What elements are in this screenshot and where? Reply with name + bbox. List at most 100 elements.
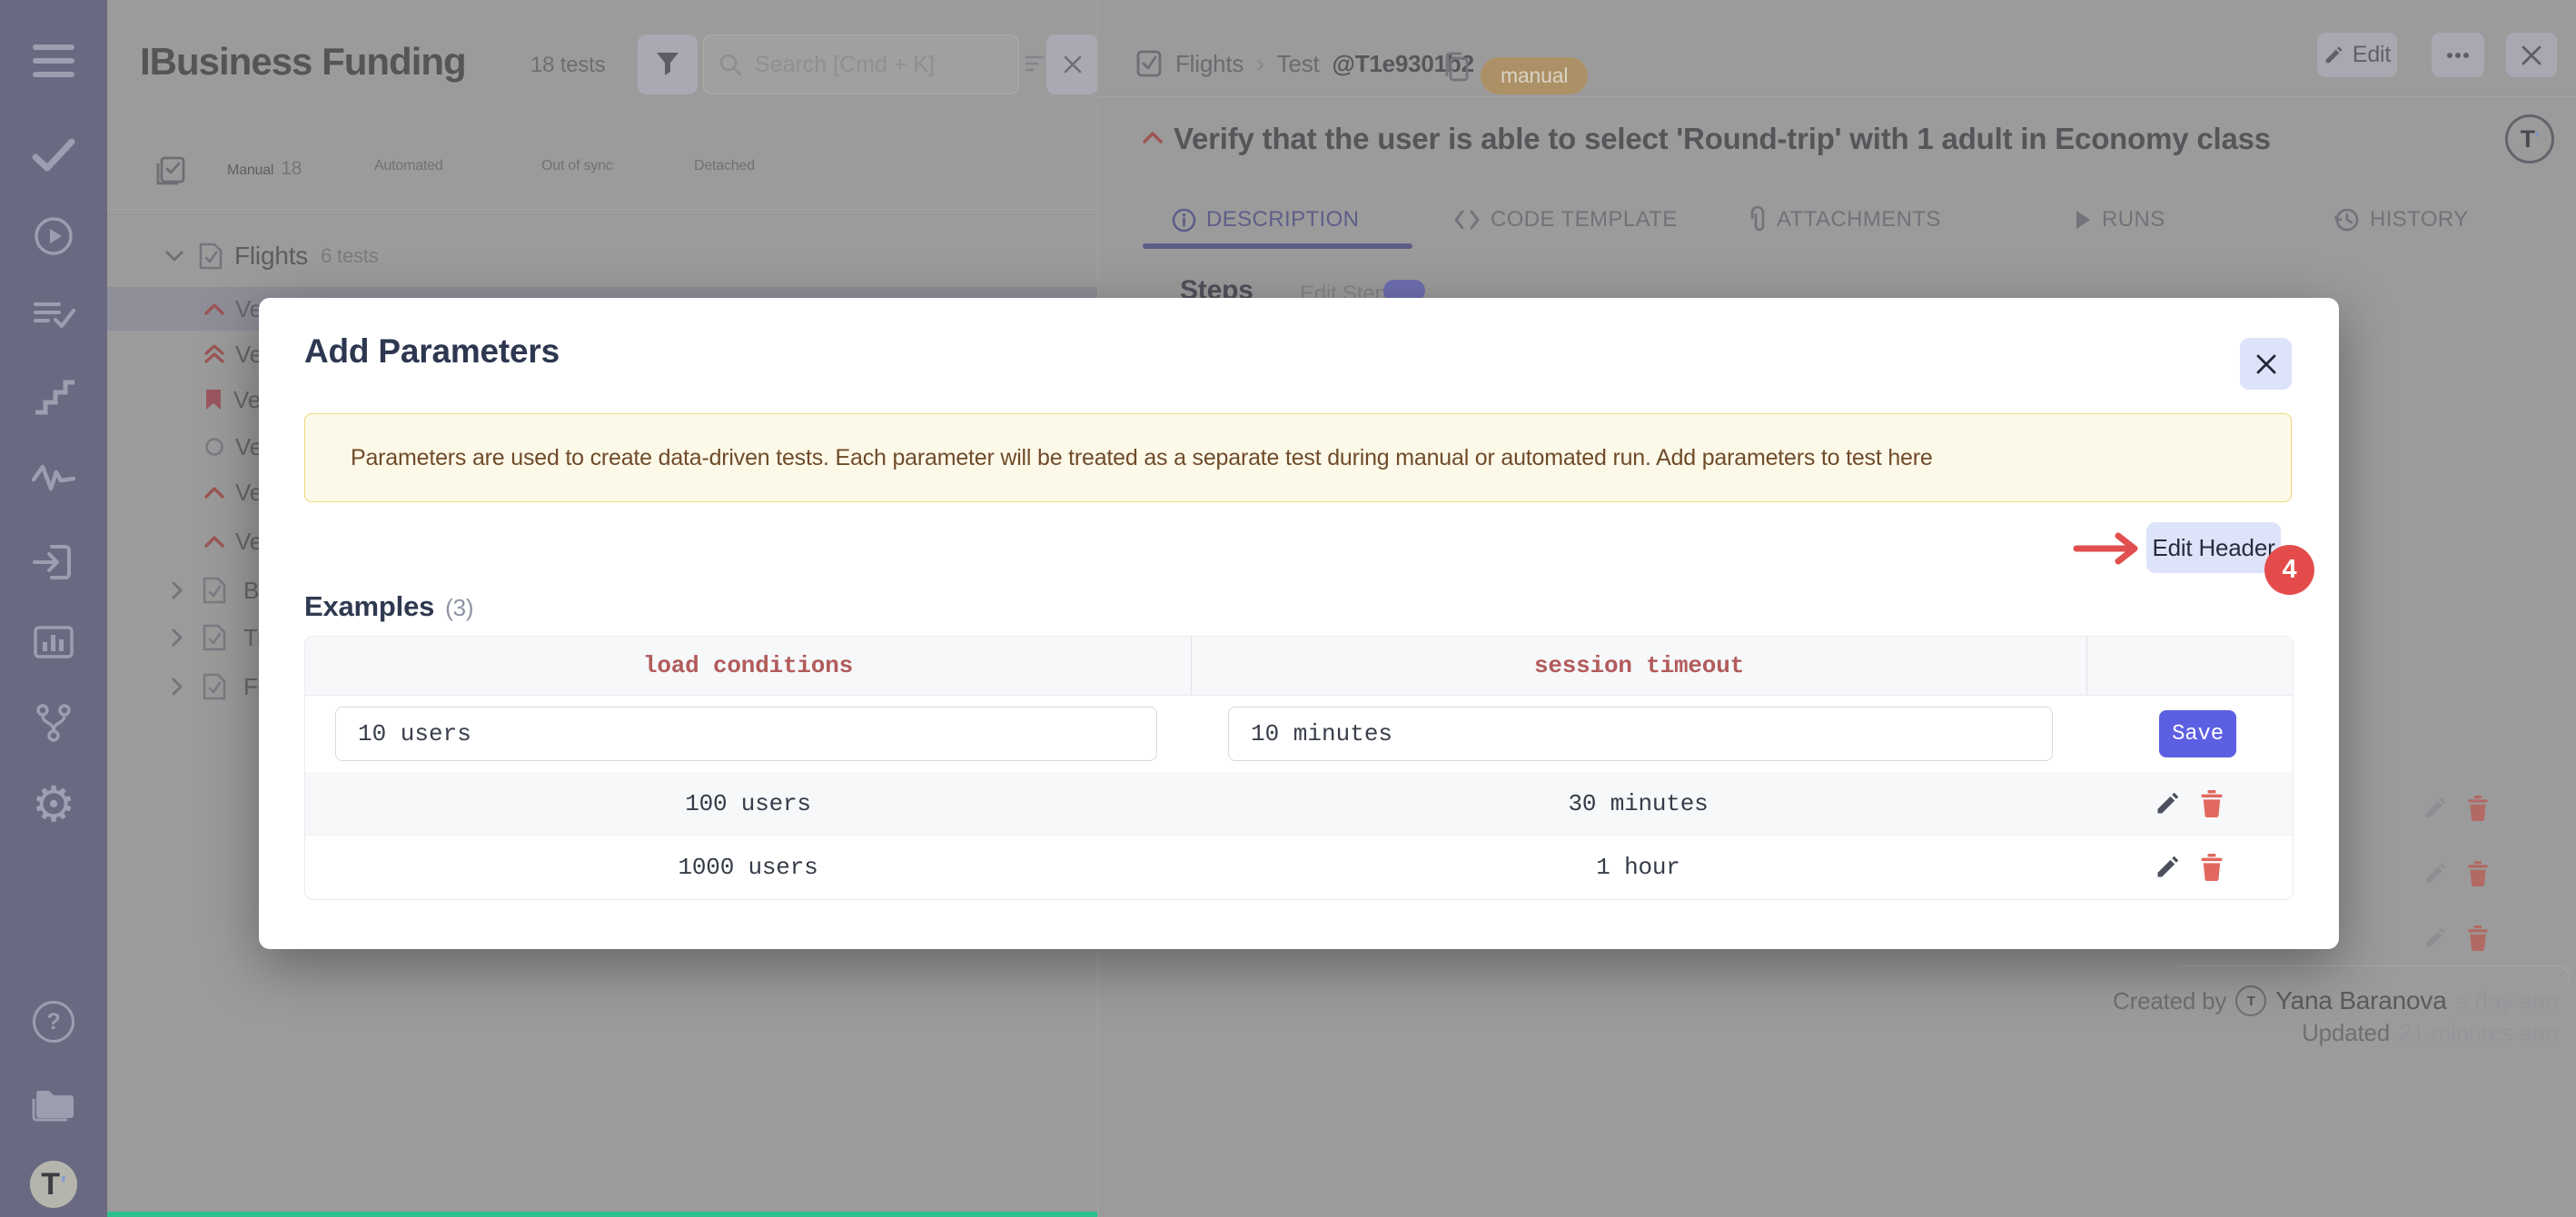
copy-icon[interactable] [1442, 51, 1471, 84]
tab-out-of-sync[interactable]: Out of sync [541, 158, 613, 174]
suite-file-icon [202, 576, 227, 605]
tab-detached[interactable]: Detached [694, 158, 755, 174]
param-input-session-timeout[interactable] [1228, 707, 2053, 761]
tests-check-icon[interactable] [28, 129, 79, 180]
add-parameters-modal: Add Parameters Parameters are used to cr… [259, 298, 2339, 949]
info-banner-text: Parameters are used to create data-drive… [351, 445, 1933, 471]
filter-button[interactable] [638, 35, 698, 94]
logo-tick: ' [61, 1171, 66, 1199]
parameter-row: 100 users 30 minutes [305, 772, 2293, 835]
breadcrumb-separator: › [1256, 50, 1263, 78]
param-cell: 30 minutes [1191, 790, 2086, 817]
modal-close-button[interactable] [2240, 338, 2292, 390]
reports-chart-icon[interactable] [28, 617, 79, 668]
parameter-row: 1000 users 1 hour [305, 835, 2293, 899]
trash-icon[interactable] [2467, 796, 2489, 821]
tab-code-template[interactable]: CODE TEMPLATE [1453, 202, 1678, 238]
edit-row-button[interactable] [2155, 791, 2180, 816]
column-header: session timeout [1192, 637, 2087, 695]
sort-icon[interactable] [1025, 53, 1048, 76]
background-row-actions [2423, 861, 2489, 886]
tab-automated[interactable]: Automated [374, 158, 443, 174]
pencil-icon[interactable] [2423, 926, 2447, 950]
delete-row-button[interactable] [2200, 790, 2224, 817]
projects-folder-icon[interactable] [28, 1079, 79, 1130]
ellipsis-icon [2446, 52, 2470, 59]
bookmark-icon [204, 388, 223, 411]
tab-attachments[interactable]: ATTACHMENTS [1749, 202, 1941, 238]
tab-label: RUNS [2102, 207, 2165, 233]
steps-icon[interactable] [28, 372, 79, 423]
param-cell: 1 hour [1191, 854, 2086, 881]
tab-runs[interactable]: RUNS [2074, 202, 2165, 238]
branch-icon[interactable] [28, 698, 79, 748]
tab-label: Manual [227, 163, 273, 179]
close-panel-button[interactable] [2506, 33, 2557, 77]
info-banner: Parameters are used to create data-drive… [304, 413, 2292, 502]
trash-icon[interactable] [2467, 925, 2489, 951]
table-header-row: load conditions session timeout [305, 637, 2293, 696]
assignee-avatar[interactable]: T' [2505, 114, 2554, 163]
tree-folder-flights[interactable]: Flights 6 tests [107, 234, 1097, 278]
tab-label: Automated [374, 158, 443, 174]
close-filter-button[interactable] [1046, 35, 1098, 94]
param-cell: 1000 users [305, 854, 1191, 881]
delete-row-button[interactable] [2200, 854, 2224, 881]
priority-highest-icon [204, 344, 224, 364]
pencil-icon[interactable] [2423, 796, 2447, 820]
trash-icon[interactable] [2467, 861, 2489, 886]
search-input[interactable] [753, 51, 1002, 79]
tab-manual[interactable]: Manual 18 [227, 158, 302, 180]
tab-label: DESCRIPTION [1206, 207, 1359, 233]
suite-file-icon [198, 242, 223, 271]
edit-header-button[interactable]: Edit Header [2146, 522, 2281, 573]
runs-play-icon[interactable] [28, 211, 79, 262]
test-plans-icon[interactable] [28, 292, 79, 342]
save-button[interactable]: Save [2159, 710, 2236, 757]
menu-icon[interactable] [28, 35, 79, 86]
import-icon[interactable] [28, 537, 79, 588]
help-icon[interactable]: ? [28, 996, 79, 1047]
suite-file-icon [202, 672, 227, 701]
created-label: Created by [2113, 987, 2226, 1015]
folder-label: Flights [234, 242, 308, 271]
priority-high-icon [204, 535, 224, 548]
edit-row-button[interactable] [2155, 855, 2180, 880]
annotation-step-badge: 4 [2264, 545, 2314, 595]
updated-label: Updated [2302, 1019, 2390, 1047]
param-input-load-conditions[interactable] [335, 707, 1157, 761]
close-icon [1063, 54, 1083, 74]
activity-pulse-icon[interactable] [28, 454, 79, 505]
settings-gear-icon[interactable]: ⚙ [28, 779, 79, 830]
breadcrumb-section[interactable]: Flights [1175, 50, 1243, 78]
examples-label: Examples [304, 590, 434, 623]
search-icon [718, 53, 742, 76]
new-parameter-row: Save [305, 696, 2293, 772]
tab-history[interactable]: HISTORY [2334, 202, 2469, 238]
left-panel-divider [107, 209, 1097, 210]
header-divider [1098, 96, 2576, 97]
pencil-icon [2323, 45, 2343, 65]
pencil-icon[interactable] [2423, 862, 2447, 886]
more-button[interactable] [2432, 33, 2484, 77]
user-avatar: T [2235, 985, 2266, 1016]
column-header-actions [2087, 637, 2293, 695]
annotation-arrow-icon [2071, 529, 2145, 568]
tab-label: HISTORY [2370, 207, 2469, 233]
updated-time: 21 minutes ago [2399, 1019, 2558, 1047]
edit-button[interactable]: Edit [2317, 33, 2397, 77]
project-title: IBusiness Funding [140, 40, 466, 84]
paperclip-icon [1749, 206, 1767, 233]
background-row-actions [2423, 925, 2489, 951]
examples-heading: Examples (3) [304, 590, 473, 623]
app-logo[interactable]: T' [30, 1161, 77, 1208]
modal-title: Add Parameters [304, 332, 560, 371]
tab-description[interactable]: DESCRIPTION [1172, 202, 1359, 238]
tab-label: ATTACHMENTS [1777, 207, 1941, 233]
status-badge: manual [1481, 57, 1588, 94]
priority-none-icon [204, 437, 224, 457]
created-by-line: Created by T Yana Baranova a day ago [2113, 985, 2558, 1016]
chevron-right-icon [171, 581, 183, 599]
tab-label: Out of sync [541, 158, 613, 174]
checklist-icon[interactable] [156, 156, 185, 187]
